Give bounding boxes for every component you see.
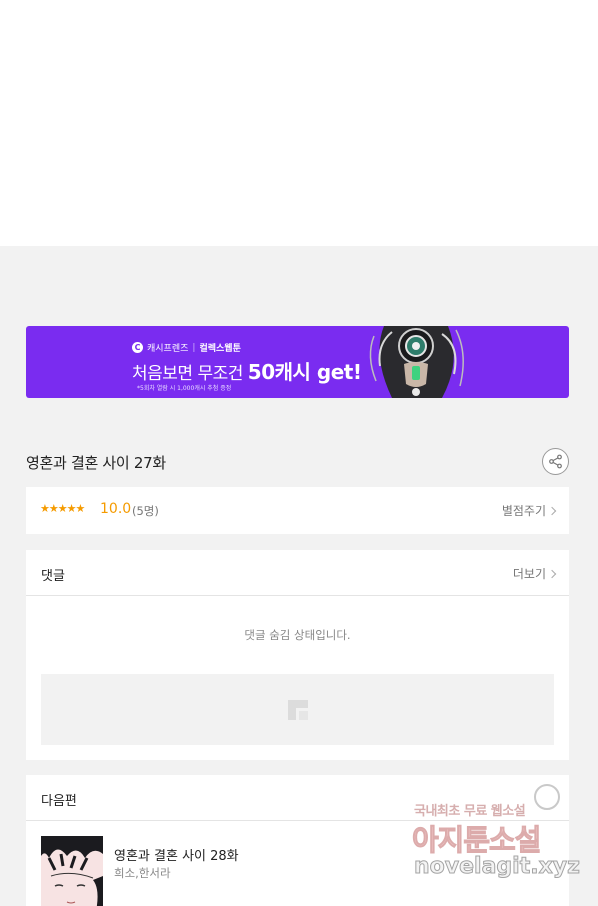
- banner-character-illustration: [362, 326, 468, 398]
- banner-brand-partner: 컬렉스웹툰: [199, 344, 241, 354]
- rating-stars: ★★★★★: [40, 502, 85, 515]
- ad-placeholder: [41, 674, 554, 745]
- banner-brand: C 캐시프렌즈 | 컬렉스웹툰: [132, 341, 241, 354]
- share-icon: [549, 454, 562, 469]
- next-episode-thumbnail[interactable]: [41, 836, 103, 906]
- rate-button-label: 별점주기: [501, 504, 546, 518]
- share-button[interactable]: [542, 448, 569, 475]
- comments-header: 댓글 더보기: [26, 550, 569, 596]
- placeholder-logo-icon: [288, 700, 308, 720]
- banner-brand-name: 캐시프렌즈: [147, 344, 189, 354]
- next-episode-authors: 희소,한서라: [114, 866, 171, 880]
- comments-more-button[interactable]: 더보기: [512, 565, 557, 582]
- comments-card: 댓글 더보기 댓글 숨김 상태입니다.: [26, 550, 569, 760]
- rating-score: 10.0: [100, 501, 132, 517]
- banner-headline-highlight: 50캐시 get!!: [247, 360, 371, 384]
- comments-hidden-message: 댓글 숨김 상태입니다.: [244, 628, 351, 642]
- banner-fine-print: *5회차 열람 시 1,000캐시 추첨 증정: [137, 385, 232, 392]
- banner-headline: 처음보면 무조건 50캐시 get!!: [132, 356, 371, 385]
- comments-more-label: 더보기: [512, 567, 546, 581]
- content-area-blank: [0, 0, 598, 246]
- next-episode-thumbnail-art: [41, 836, 103, 906]
- chevron-right-icon: [547, 569, 557, 578]
- chevron-right-icon: [547, 506, 557, 515]
- next-episode-section-title: 다음편: [41, 794, 77, 809]
- next-episode-header: 다음편: [26, 775, 569, 821]
- banner-brand-separator: |: [192, 342, 196, 353]
- banner-headline-prefix: 처음보면 무조건: [132, 364, 243, 384]
- next-episode-title: 영혼과 결혼 사이 28화: [114, 849, 239, 864]
- promo-banner[interactable]: C 캐시프렌즈 | 컬렉스웹툰 처음보면 무조건 50캐시 get!! *5회차…: [26, 326, 569, 398]
- episode-title: 영혼과 결혼 사이 27화: [26, 454, 166, 472]
- cash-friends-logo-icon: C: [132, 342, 143, 353]
- rate-button[interactable]: 별점주기: [501, 502, 557, 519]
- rating-count: (5명): [132, 504, 159, 518]
- next-episode-card[interactable]: 다음편 영혼과 결혼 사이 28화 희소,한서라: [26, 775, 569, 906]
- comments-title: 댓글: [41, 569, 65, 584]
- rating-card: ★★★★★ 10.0 (5명) 별점주기: [26, 487, 569, 534]
